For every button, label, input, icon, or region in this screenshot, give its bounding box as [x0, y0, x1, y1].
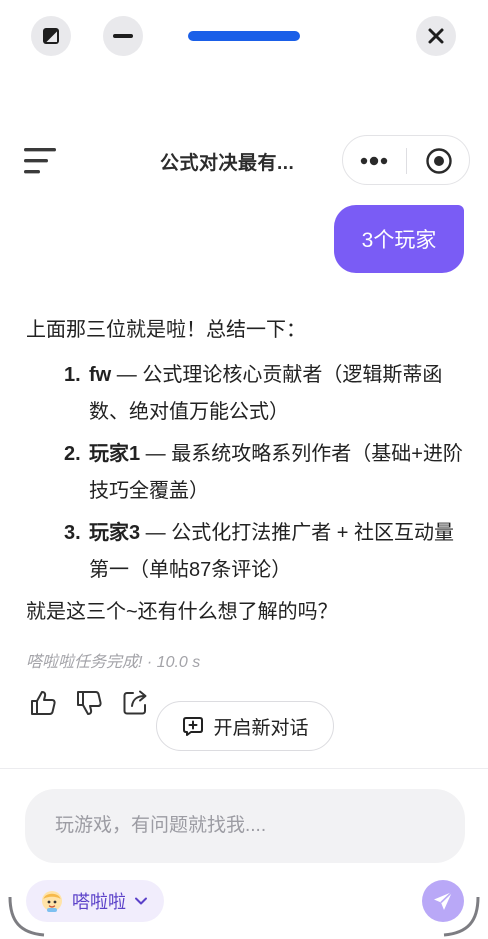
collapse-button[interactable] — [31, 16, 71, 56]
list-item-name: 玩家1 — [89, 443, 141, 465]
new-chat-label: 开启新对话 — [213, 717, 309, 739]
screen-corner-right — [443, 896, 480, 937]
task-status: 嗒啦啦任务完成! · 10.0 s — [26, 654, 201, 671]
collapse-icon — [43, 28, 59, 44]
list-item-text: — 公式化打法推广者 + 社区互动量第一（单帖87条评论） — [89, 522, 455, 581]
assistant-message: 上面那三位就是啦！总结一下： 1. fw — 公式理论核心贡献者（逻辑斯蒂函数、绝… — [26, 312, 466, 631]
capsule-divider — [406, 148, 407, 174]
new-chat-button[interactable]: 开启新对话 — [156, 701, 334, 751]
composer-divider — [0, 768, 488, 769]
new-chat-icon — [183, 717, 204, 736]
list-item-text: — 最系统攻略系列作者（基础+进阶技巧全覆盖） — [89, 443, 463, 502]
list-item: 3. 玩家3 — 公式化打法推广者 + 社区互动量第一（单帖87条评论） — [64, 522, 455, 581]
minimize-icon — [113, 34, 133, 38]
list-item-name: fw — [89, 364, 112, 386]
close-button[interactable] — [416, 16, 456, 56]
page-title: 公式对决最有... — [160, 153, 295, 174]
screen-corner-left — [8, 896, 45, 937]
chat-header: 公式对决最有... — [0, 132, 488, 188]
share-icon[interactable] — [120, 688, 150, 718]
answer-outro: 就是这三个~还有什么想了解的吗？ — [26, 601, 338, 623]
message-input[interactable] — [25, 789, 465, 863]
list-item: 2. 玩家1 — 最系统攻略系列作者（基础+进阶技巧全覆盖） — [64, 443, 463, 502]
close-icon — [428, 28, 444, 44]
minimize-button[interactable] — [103, 16, 143, 56]
mini-program-capsule — [342, 135, 470, 185]
list-item-name: 玩家3 — [89, 522, 141, 544]
list-item: 1. fw — 公式理论核心贡献者（逻辑斯蒂函数、绝对值万能公式） — [64, 364, 443, 423]
answer-list: 1. fw — 公式理论核心贡献者（逻辑斯蒂函数、绝对值万能公式） 2. 玩家1 —… — [26, 357, 466, 589]
chevron-down-icon — [135, 897, 147, 905]
drag-handle[interactable] — [188, 31, 300, 41]
target-icon[interactable] — [425, 147, 453, 175]
answer-intro: 上面那三位就是啦！总结一下： — [26, 319, 306, 341]
thumbs-down-icon[interactable] — [74, 688, 104, 718]
window-bar — [0, 0, 488, 72]
agent-name: 嗒啦啦 — [72, 892, 126, 912]
thumbs-up-icon[interactable] — [28, 688, 58, 718]
menu-icon[interactable] — [24, 146, 58, 176]
agent-selector[interactable]: 嗒啦啦 — [26, 880, 164, 922]
user-message-bubble: 3个玩家 — [334, 205, 464, 273]
more-dots-icon[interactable] — [359, 150, 393, 172]
list-item-text: — 公式理论核心贡献者（逻辑斯蒂函数、绝对值万能公式） — [89, 364, 443, 423]
